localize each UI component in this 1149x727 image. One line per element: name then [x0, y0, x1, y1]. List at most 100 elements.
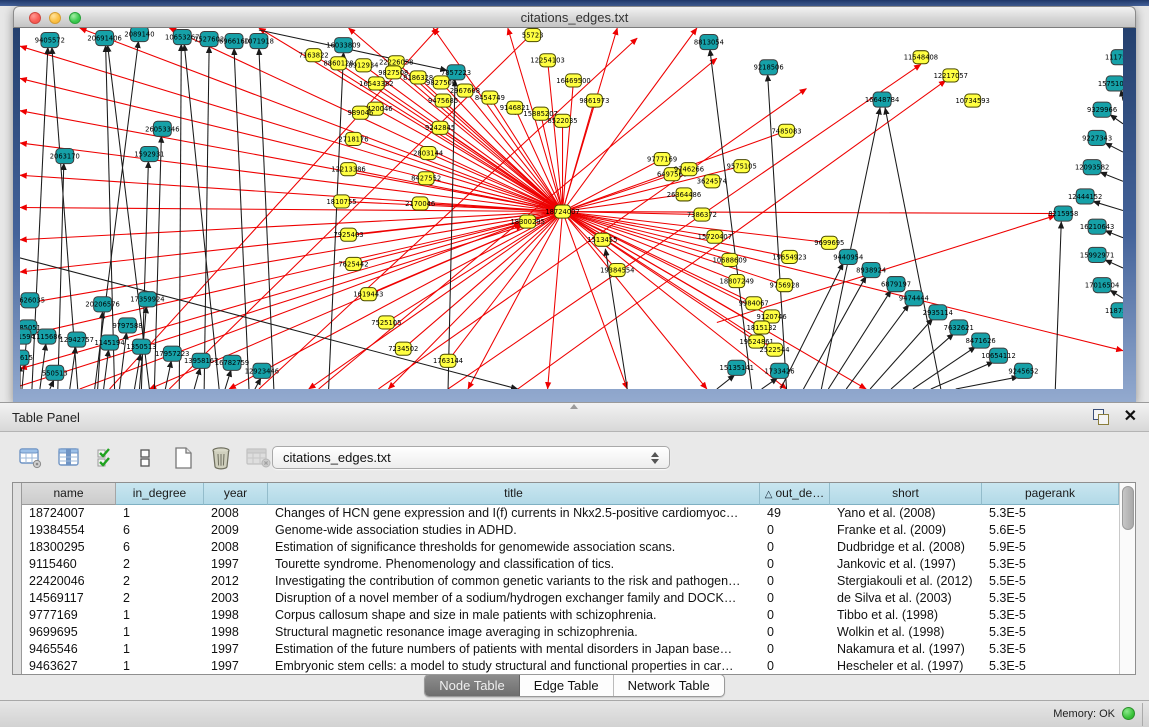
graph-node[interactable]: 10654112: [981, 348, 1015, 363]
graph-node[interactable]: 9245652: [1008, 363, 1038, 378]
graph-node[interactable]: 15992971: [1080, 247, 1114, 262]
graph-node[interactable]: 1117504: [1105, 50, 1123, 65]
graph-node[interactable]: 9699695: [814, 236, 844, 249]
network-view[interactable]: 9405572206914062089140106532671527602696…: [20, 28, 1123, 389]
graph-node[interactable]: 7234502: [388, 342, 418, 355]
graph-node[interactable]: 16543382: [359, 77, 393, 90]
graph-node[interactable]: 8912934: [348, 59, 378, 72]
table-row[interactable]: 1830029562008Estimation of significance …: [22, 539, 1119, 556]
row-height-icon[interactable]: [132, 445, 158, 471]
column-header-in_degree[interactable]: in_degree: [116, 483, 204, 505]
graph-node[interactable]: 2063170: [50, 149, 80, 164]
graph-node[interactable]: 9777169: [647, 153, 677, 166]
graph-node[interactable]: 12093582: [1075, 160, 1109, 175]
graph-node[interactable]: 18807249: [720, 275, 754, 288]
graph-node[interactable]: 1350513: [126, 339, 156, 354]
table-row[interactable]: 2242004622012Investigating the contribut…: [22, 573, 1119, 590]
graph-node[interactable]: 7632621: [944, 320, 974, 335]
column-header-pagerank[interactable]: pagerank: [982, 483, 1119, 505]
graph-node[interactable]: 989046: [348, 106, 374, 119]
graph-node[interactable]: 9575105: [727, 160, 757, 173]
graph-node[interactable]: 1733426: [765, 363, 795, 378]
graph-node[interactable]: 550513: [42, 365, 68, 380]
graph-node[interactable]: 16648784: [865, 92, 899, 107]
graph-node[interactable]: 15751074: [1098, 76, 1123, 91]
graph-node[interactable]: 26053346: [145, 121, 179, 136]
graph-node[interactable]: 1815132: [747, 321, 777, 334]
graph-node[interactable]: 8454749: [475, 91, 505, 104]
table-mode-icon[interactable]: [18, 445, 44, 471]
graph-node[interactable]: 9440954: [833, 249, 863, 264]
graph-node[interactable]: 12942757: [60, 332, 94, 347]
graph-node[interactable]: 1619443: [353, 288, 383, 301]
graph-node[interactable]: 9218506: [754, 60, 784, 75]
graph-node[interactable]: 8813054: [694, 35, 724, 50]
graph-node[interactable]: 9474444: [899, 291, 929, 306]
graph-node[interactable]: 12444152: [1068, 189, 1102, 204]
table-row[interactable]: 946362711997Embryonic stem cells: a mode…: [22, 658, 1119, 674]
graph-node[interactable]: 8215958: [1048, 206, 1078, 221]
tab-edge-table[interactable]: Edge Table: [520, 675, 614, 696]
graph-node[interactable]: 2718176: [338, 132, 368, 145]
graph-node[interactable]: 9405572: [35, 33, 65, 48]
table-row[interactable]: 1456911722003Disruption of a novel membe…: [22, 590, 1119, 607]
table-row[interactable]: 911546021997Tourette syndrome. Phenomeno…: [22, 556, 1119, 573]
graph-node[interactable]: 19654923: [772, 250, 806, 263]
select-columns-icon[interactable]: [94, 445, 120, 471]
graph-node[interactable]: 1187535: [1105, 303, 1123, 318]
graph-node[interactable]: 8938924: [856, 262, 886, 277]
table-row[interactable]: 977716911998Corpus callosum shape and si…: [22, 607, 1119, 624]
show-columns-icon[interactable]: [56, 445, 82, 471]
graph-node[interactable]: 2170046: [405, 197, 435, 210]
splitter-handle[interactable]: [570, 404, 578, 409]
graph-node[interactable]: 9329966: [1087, 102, 1117, 117]
graph-node[interactable]: 9861973: [579, 94, 609, 107]
graph-node[interactable]: 11548408: [904, 51, 938, 64]
graph-node[interactable]: 9227343: [1082, 130, 1112, 145]
graph-node[interactable]: 8471626: [966, 333, 996, 348]
table-vertical-scrollbar[interactable]: [1119, 483, 1135, 674]
graph-node[interactable]: 3624574: [697, 175, 727, 188]
graph-node[interactable]: 10688609: [713, 253, 747, 266]
graph-node[interactable]: 1592931: [134, 146, 164, 161]
graph-node[interactable]: 1071918: [244, 34, 274, 49]
create-column-icon[interactable]: [170, 445, 196, 471]
table-row[interactable]: 1938455462009Genome-wide association stu…: [22, 522, 1119, 539]
graph-node[interactable]: 17016504: [1085, 278, 1119, 293]
close-panel-icon[interactable]: ✕: [1124, 408, 1137, 426]
graph-node[interactable]: 9242845: [425, 121, 455, 134]
network-window-titlebar[interactable]: citations_edges.txt: [13, 6, 1136, 28]
float-panel-icon[interactable]: [1092, 408, 1110, 426]
graph-node[interactable]: 7925403: [333, 228, 363, 241]
delete-table-icon[interactable]: [246, 445, 272, 471]
graph-node[interactable]: 9797588: [112, 318, 142, 333]
graph-node[interactable]: 19384554: [600, 263, 634, 276]
graph-node[interactable]: 16469500: [556, 74, 590, 87]
table-select-combobox[interactable]: citations_edges.txt: [272, 446, 670, 469]
graph-node[interactable]: 12254103: [530, 54, 564, 67]
graph-node[interactable]: 905615: [20, 350, 33, 365]
table-row[interactable]: 969969511998Structural magnetic resonanc…: [22, 624, 1119, 641]
graph-node[interactable]: 1810755: [326, 195, 356, 208]
table-row[interactable]: 1872400712008Changes of HCN gene express…: [22, 505, 1119, 522]
column-header-out_de[interactable]: △out_de…: [760, 483, 830, 505]
graph-node[interactable]: 12217057: [934, 69, 968, 82]
table-row[interactable]: 946554611997Estimation of the future num…: [22, 641, 1119, 658]
graph-node[interactable]: 6879197: [881, 277, 911, 292]
delete-column-icon[interactable]: [208, 445, 234, 471]
graph-node[interactable]: 2089140: [124, 28, 154, 42]
tab-network-table[interactable]: Network Table: [614, 675, 724, 696]
graph-node[interactable]: 2626035: [20, 293, 45, 308]
graph-node[interactable]: 10734593: [955, 94, 989, 107]
graph-node[interactable]: 15720407: [698, 230, 732, 243]
graph-node[interactable]: 7386372: [687, 208, 717, 221]
column-header-short[interactable]: short: [830, 483, 982, 505]
graph-node[interactable]: 8522035: [547, 114, 577, 127]
graph-node[interactable]: 26364486: [667, 188, 701, 201]
graph-node[interactable]: 7485083: [771, 124, 801, 137]
column-header-title[interactable]: title: [268, 483, 760, 505]
column-header-year[interactable]: year: [204, 483, 268, 505]
graph-node[interactable]: 55723: [522, 29, 543, 42]
tab-node-table[interactable]: Node Table: [425, 675, 520, 696]
column-header-name[interactable]: name: [22, 483, 116, 505]
